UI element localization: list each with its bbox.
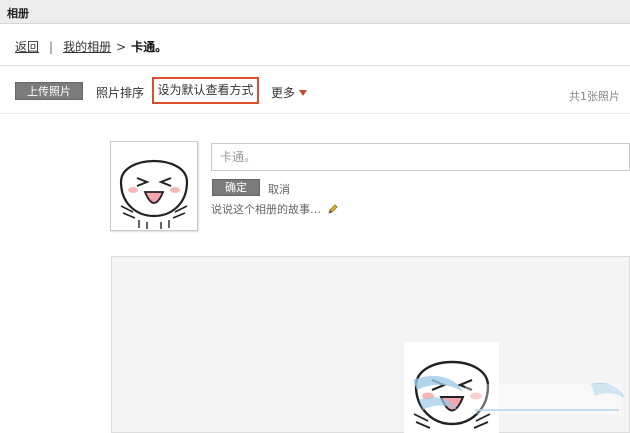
photo-thumbnail[interactable] [404,342,499,433]
set-default-view-link[interactable]: 设为默认查看方式 [152,77,259,104]
toolbar-divider [0,113,630,114]
upload-photo-button[interactable]: 上传照片 [15,82,83,100]
window-titlebar: 相册 [0,0,630,24]
back-link[interactable]: 返回 [15,40,39,54]
my-albums-link[interactable]: 我的相册 [63,40,111,54]
breadcrumb: 返回 | 我的相册 > 卡通。 [15,38,167,55]
album-cover[interactable] [110,141,198,231]
window-title: 相册 [7,7,29,20]
cartoon-face-photo [413,360,491,429]
photo-sort-link[interactable]: 照片排序 [96,84,144,101]
caret-down-icon [299,90,308,96]
pencil-icon[interactable] [327,203,338,214]
album-story-prompt[interactable]: 说说这个相册的故事… [211,201,338,217]
photo-count: 共1张照片 [569,90,620,103]
breadcrumb-separator: | [49,40,54,54]
more-label: 更多 [271,86,296,100]
more-menu[interactable]: 更多 [271,84,308,101]
story-placeholder: 说说这个相册的故事… [211,203,321,216]
current-album-name: 卡通。 [131,40,168,54]
cartoon-face-thumbnail [119,159,189,229]
header-divider [0,65,630,66]
photo-grid [111,256,630,433]
breadcrumb-arrow: > [116,40,127,54]
album-title-input[interactable]: 卡通。 [211,143,630,171]
cancel-link[interactable]: 取消 [268,181,290,197]
confirm-button[interactable]: 确定 [212,179,260,196]
